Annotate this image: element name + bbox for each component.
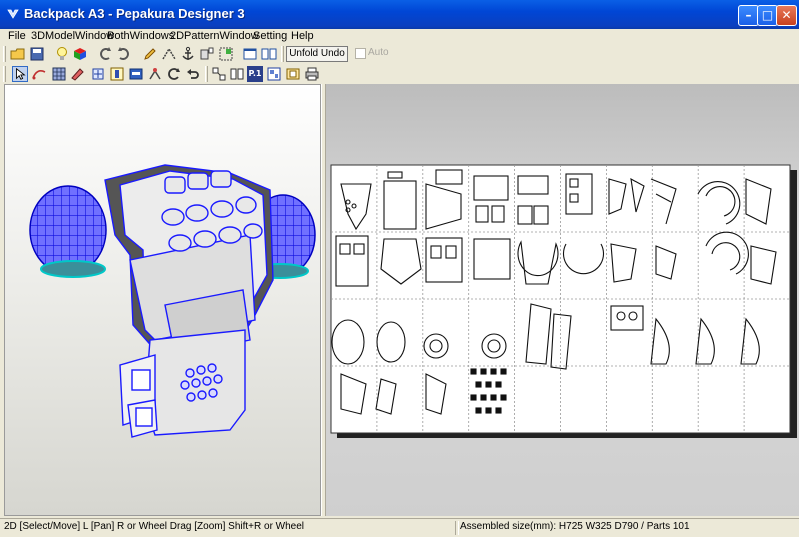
toolbar-grip[interactable] — [3, 46, 6, 62]
pepakura-app-icon[interactable] — [6, 7, 20, 21]
menu-bothwindows[interactable]: BothWindows — [107, 30, 174, 42]
menu-help[interactable]: Help — [291, 30, 314, 42]
left-thruster-mesh — [29, 185, 107, 278]
backpack-body — [104, 164, 274, 438]
toolbar-grip[interactable] — [3, 66, 6, 82]
page-icon[interactable]: P.1 — [247, 66, 263, 82]
maximize-icon: □ — [761, 8, 774, 22]
split-icon[interactable] — [229, 66, 245, 82]
select-parts-icon[interactable] — [218, 46, 234, 62]
maximize-button[interactable]: □ — [757, 5, 778, 26]
select-move-icon[interactable] — [12, 66, 28, 82]
layout-icon[interactable] — [266, 66, 282, 82]
menu-bar: File 3DModelWindow BothWindows 2DPattern… — [0, 29, 799, 45]
fold-icon[interactable] — [161, 46, 177, 62]
parts-icon[interactable] — [199, 46, 215, 62]
menu-3dmodelwindow[interactable]: 3DModelWindow — [31, 30, 114, 42]
bulb-icon[interactable] — [54, 46, 70, 62]
title-bar[interactable]: Backpack A3 - Pepakura Designer 3 – □ ✕ — [0, 0, 799, 29]
status-assembled-size: Assembled size(mm): H725 W325 D790 / Par… — [460, 521, 690, 532]
print-icon[interactable] — [304, 66, 320, 82]
backpack-3d-model — [29, 164, 316, 438]
paint-icon[interactable] — [70, 66, 86, 82]
edge-tool-icon[interactable] — [31, 66, 47, 82]
window-title: Backpack A3 - Pepakura Designer 3 — [24, 6, 245, 21]
anchor-icon[interactable] — [180, 46, 196, 62]
both-windows-icon[interactable] — [261, 46, 277, 62]
rotate-left-icon[interactable] — [97, 46, 113, 62]
toolbar-grip[interactable] — [281, 46, 284, 62]
3d-model-window[interactable] — [4, 84, 321, 516]
auto-checkbox[interactable] — [355, 48, 366, 59]
join-icon[interactable] — [147, 66, 163, 82]
menu-setting[interactable]: Setting — [253, 30, 287, 42]
grid-icon[interactable] — [51, 66, 67, 82]
main-toolbar — [0, 44, 799, 64]
color-cube-icon[interactable] — [72, 46, 88, 62]
close-button[interactable]: ✕ — [776, 5, 797, 26]
minimize-icon: – — [745, 8, 752, 22]
status-separator — [455, 521, 459, 535]
save-icon[interactable] — [29, 46, 45, 62]
unfold-undo-button[interactable]: Unfold Undo — [286, 46, 348, 62]
undo-icon[interactable] — [185, 66, 201, 82]
2d-pattern-window[interactable] — [326, 84, 799, 516]
status-bar: 2D [Select/Move] L [Pan] R or Wheel Drag… — [0, 518, 799, 537]
menu-file[interactable]: File — [8, 30, 26, 42]
status-mode-hint: 2D [Select/Move] L [Pan] R or Wheel Drag… — [4, 521, 305, 532]
single-window-icon[interactable] — [242, 46, 258, 62]
pattern-sheet — [330, 164, 797, 438]
rotate-right-icon[interactable] — [116, 46, 132, 62]
auto-checkbox-label: Auto — [368, 47, 389, 58]
menu-2dpatternwindow[interactable]: 2DPatternWindow — [170, 30, 259, 42]
pattern-toolbar: P.1 — [0, 64, 799, 84]
open-icon[interactable] — [10, 46, 26, 62]
toolbar-grip[interactable] — [205, 66, 208, 82]
close-icon: ✕ — [781, 8, 792, 22]
minimize-button[interactable]: – — [738, 5, 759, 26]
pencil-icon[interactable] — [142, 46, 158, 62]
arrange-icon[interactable] — [211, 66, 227, 82]
flap-icon[interactable] — [128, 66, 144, 82]
snapshot-icon[interactable] — [285, 66, 301, 82]
move-part-icon[interactable] — [90, 66, 106, 82]
rotate-part-icon[interactable] — [166, 66, 182, 82]
texture-icon[interactable] — [109, 66, 125, 82]
